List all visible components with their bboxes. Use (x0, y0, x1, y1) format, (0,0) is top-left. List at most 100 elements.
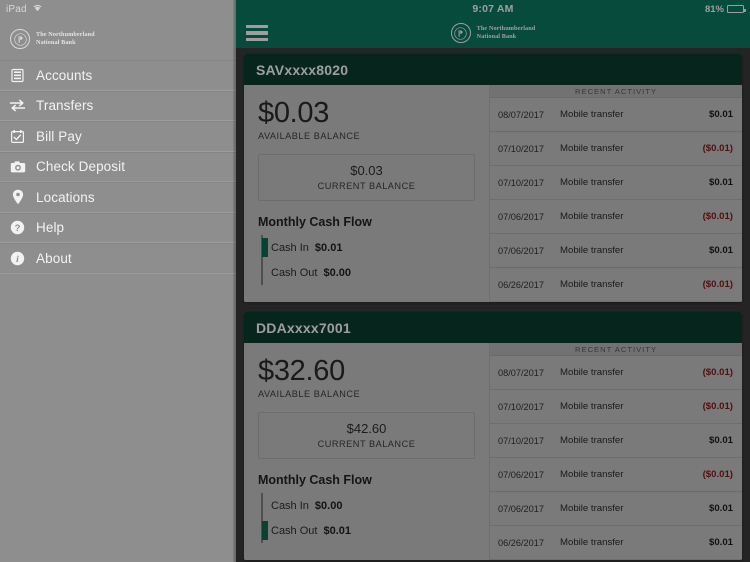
recent-activity-header: RECENT ACTIVITY (490, 85, 742, 98)
table-row[interactable]: 07/10/2017 Mobile transfer ($0.01) (490, 390, 742, 424)
accounts-stack-icon (9, 67, 26, 84)
transaction-amount: ($0.01) (702, 143, 733, 154)
question-circle-icon: ? (9, 219, 26, 236)
table-row[interactable]: 06/26/2017 Mobile transfer $0.01 (490, 526, 742, 560)
cash-in-label: Cash In (271, 241, 309, 254)
sidebar-item-label: Help (36, 220, 65, 236)
sidebar-item-transfers[interactable]: Transfers (0, 90, 236, 121)
transaction-date: 07/06/2017 (498, 245, 544, 256)
current-balance-amount: $0.03 (350, 163, 383, 178)
current-balance-amount: $42.60 (346, 421, 387, 436)
transaction-description: Mobile transfer (560, 245, 624, 256)
brand-line-1: The Northumberland (476, 25, 536, 33)
sidebar-item-check-deposit[interactable]: Check Deposit (0, 151, 236, 182)
cash-out-label: Cash Out (271, 524, 318, 537)
cash-out-row: Cash Out $0.00 (267, 260, 475, 285)
transaction-date: 08/07/2017 (498, 367, 544, 378)
recent-activity-panel: RECENT ACTIVITY 08/07/2017 Mobile transf… (490, 85, 742, 302)
account-card[interactable]: DDAxxxx7001 $32.60 AVAILABLE BALANCE $42… (244, 312, 742, 560)
cash-out-value: $0.00 (323, 266, 351, 279)
current-balance-label: CURRENT BALANCE (317, 439, 416, 449)
available-balance-amount: $32.60 (258, 355, 345, 387)
account-card-header: DDAxxxx7001 (244, 312, 742, 343)
transaction-amount: $0.01 (708, 177, 733, 188)
cash-in-value: $0.01 (314, 241, 343, 254)
table-row[interactable]: 07/06/2017 Mobile transfer ($0.01) (490, 200, 742, 234)
account-title: SAVxxxx8020 (256, 61, 349, 78)
table-row[interactable]: 06/26/2017 Mobile transfer ($0.01) (490, 268, 742, 302)
current-balance-label: CURRENT BALANCE (317, 181, 416, 191)
transaction-amount: $0.01 (708, 503, 733, 514)
recent-activity-label: RECENT ACTIVITY (575, 86, 657, 96)
transaction-description: Mobile transfer (560, 143, 624, 154)
cash-flow-chart: Cash In $0.00 Cash Out $0.01 (258, 493, 475, 543)
cash-out-row: Cash Out $0.01 (262, 518, 475, 543)
transaction-amount: $0.01 (708, 245, 733, 256)
transaction-description: Mobile transfer (560, 401, 624, 412)
sidebar-item-label: Check Deposit (36, 159, 126, 175)
header-brand-name: The Northumberland National Bank (477, 25, 536, 40)
cash-in-bar (262, 238, 268, 257)
account-card[interactable]: SAVxxxx8020 $0.03 AVAILABLE BALANCE $0.0… (244, 54, 742, 302)
bank-seal-icon (10, 29, 30, 49)
sidebar-item-label: Accounts (36, 67, 93, 83)
sidebar-item-accounts[interactable]: Accounts (0, 60, 236, 91)
sidebar-item-label: About (36, 250, 72, 266)
table-row[interactable]: 07/10/2017 Mobile transfer ($0.01) (490, 132, 742, 166)
device-name-label: iPad (6, 3, 27, 15)
transaction-date: 07/10/2017 (498, 177, 544, 188)
calendar-check-icon (9, 128, 26, 145)
current-balance-box[interactable]: $0.03 CURRENT BALANCE (258, 154, 475, 201)
sidebar-item-bill-pay[interactable]: Bill Pay (0, 121, 236, 152)
wifi-icon (32, 3, 43, 15)
transaction-amount: ($0.01) (702, 211, 733, 222)
transaction-date: 07/06/2017 (498, 469, 544, 480)
transaction-amount: $0.01 (708, 109, 733, 120)
table-row[interactable]: 08/07/2017 Mobile transfer $0.01 (490, 98, 742, 132)
current-balance-box[interactable]: $42.60 CURRENT BALANCE (258, 412, 475, 459)
balance-panel: $0.03 AVAILABLE BALANCE $0.03 CURRENT BA… (244, 85, 490, 302)
sidebar-item-about[interactable]: i About (0, 243, 236, 274)
transaction-description: Mobile transfer (560, 537, 624, 548)
sidebar-brand-name: The Northumberland National Bank (36, 31, 95, 46)
table-row[interactable]: 07/06/2017 Mobile transfer $0.01 (490, 234, 742, 268)
table-row[interactable]: 07/06/2017 Mobile transfer $0.01 (490, 492, 742, 526)
table-row[interactable]: 07/10/2017 Mobile transfer $0.01 (490, 166, 742, 200)
info-circle-icon: i (9, 250, 26, 267)
app-root: iPad The Northumberland National Bank Ac… (0, 0, 750, 562)
transaction-date: 07/06/2017 (498, 211, 544, 222)
cash-in-row: Cash In $0.00 (267, 493, 475, 518)
clock-label: 9:07 AM (472, 3, 514, 15)
account-card-header: SAVxxxx8020 (244, 54, 742, 85)
sidebar-item-help[interactable]: ? Help (0, 212, 236, 243)
table-row[interactable]: 07/10/2017 Mobile transfer $0.01 (490, 424, 742, 458)
cash-flow-chart: Cash In $0.01 Cash Out $0.00 (258, 235, 475, 285)
main-content: 9:07 AM 81% The Northumberland National … (236, 0, 750, 562)
transaction-date: 06/26/2017 (498, 279, 544, 290)
app-top-bar: 9:07 AM 81% The Northumberland National … (236, 0, 750, 48)
monthly-cash-flow-title: Monthly Cash Flow (258, 215, 372, 229)
hamburger-menu-icon[interactable] (246, 24, 268, 42)
cash-in-bar (262, 496, 268, 515)
table-row[interactable]: 07/06/2017 Mobile transfer ($0.01) (490, 458, 742, 492)
transaction-date: 07/06/2017 (498, 503, 544, 514)
sidebar-item-locations[interactable]: Locations (0, 182, 236, 213)
transaction-amount: ($0.01) (702, 279, 733, 290)
transaction-date: 06/26/2017 (498, 537, 544, 548)
cash-out-label: Cash Out (271, 266, 318, 279)
bank-seal-icon (450, 23, 471, 43)
balance-panel: $32.60 AVAILABLE BALANCE $42.60 CURRENT … (244, 343, 490, 560)
transaction-description: Mobile transfer (560, 211, 624, 222)
available-balance-label: AVAILABLE BALANCE (258, 131, 361, 141)
brand-line-2: National Bank (476, 33, 517, 40)
cash-out-bar (262, 263, 268, 282)
battery-icon (727, 5, 746, 13)
cash-out-bar (262, 521, 268, 540)
sidebar-brand: The Northumberland National Bank (0, 18, 236, 60)
available-balance-amount: $0.03 (258, 97, 330, 129)
transaction-amount: $0.01 (708, 537, 733, 548)
transfer-arrows-icon (9, 97, 26, 114)
table-row[interactable]: 08/07/2017 Mobile transfer ($0.01) (490, 356, 742, 390)
accounts-scroll-area[interactable]: SAVxxxx8020 $0.03 AVAILABLE BALANCE $0.0… (236, 48, 750, 562)
navigation-drawer: iPad The Northumberland National Bank Ac… (0, 0, 236, 562)
